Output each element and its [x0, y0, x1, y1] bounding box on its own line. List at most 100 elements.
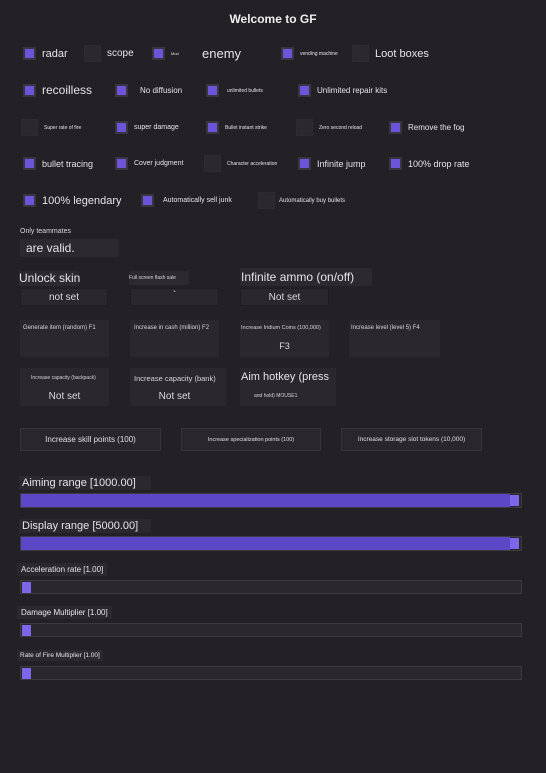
damage-multiplier-thumb[interactable]: [22, 625, 31, 636]
unlock-skin-label: Unlock skin: [19, 271, 81, 285]
rate-of-fire-thumb[interactable]: [22, 668, 31, 679]
checkbox-bullet-tracing-label: bullet tracing: [42, 158, 94, 169]
capacity-backpack-hotkey: Not set: [48, 391, 81, 402]
checkbox-character-acceleration-label: Character acceleration: [227, 160, 278, 167]
teammates-toggle[interactable]: are valid.: [20, 239, 119, 257]
increase-skill-points-button[interactable]: Increase skill points (100): [20, 428, 161, 451]
checkbox-vending-machine[interactable]: vending machine: [281, 47, 338, 60]
checkbox-unlimited-repair-kits-label: Unlimited repair kits: [317, 86, 388, 95]
display-range-fill: [21, 537, 510, 550]
checkbox-sell-junk-box[interactable]: [141, 194, 154, 207]
checkbox-zero-second-reload-label: Zero second reload: [319, 124, 363, 131]
checkbox-super-damage-box[interactable]: [115, 121, 128, 134]
aim-hotkey-label: Aim hotkey (press: [241, 371, 330, 383]
checkbox-recoilless-box[interactable]: [23, 83, 36, 97]
infinite-ammo-label: Infinite ammo (on/off): [241, 270, 355, 284]
checkbox-vending-machine-label: vending machine: [300, 50, 338, 57]
fullscreen-flash-hotkey[interactable]: `: [130, 288, 219, 306]
checkbox-drop-rate-label: 100% drop rate: [408, 158, 470, 169]
checkbox-super-rate-of-fire-label: Super rate of fire: [44, 124, 82, 131]
checkbox-drop-rate[interactable]: 100% drop rate: [389, 157, 470, 170]
checkbox-super-rate-of-fire[interactable]: Super rate of fire: [21, 119, 81, 136]
checkbox-loot-boxes-label: Loot boxes: [375, 47, 429, 60]
generate-item-panel[interactable]: Generate item (random) F1: [20, 320, 109, 357]
checkbox-legendary[interactable]: 100% legendary: [23, 194, 122, 207]
checkbox-no-diffusion-label: No diffusion: [140, 86, 183, 95]
checkbox-no-diffusion-box[interactable]: [115, 84, 128, 97]
checkbox-unlimited-repair-kits-box[interactable]: [298, 84, 311, 97]
checkbox-mod[interactable]: Mod: [152, 47, 179, 60]
checkbox-scope-label: scope: [107, 48, 134, 59]
checkbox-remove-fog-label: Remove the fog: [408, 123, 465, 132]
acceleration-rate-thumb[interactable]: [22, 582, 31, 593]
checkbox-mod-box[interactable]: [152, 47, 165, 60]
checkbox-unlimited-repair-kits[interactable]: Unlimited repair kits: [298, 84, 387, 97]
checkbox-zero-second-reload-box[interactable]: [296, 119, 313, 136]
increase-iridium-hotkey: F3: [279, 341, 290, 351]
checkbox-scope-box[interactable]: [84, 45, 101, 62]
checkbox-scope[interactable]: scope: [84, 45, 134, 62]
fullscreen-flash-label: Full screen flash sale: [129, 275, 176, 281]
checkbox-vending-machine-box[interactable]: [281, 47, 294, 60]
checkbox-unlimited-bullets-label: unlimited bullets: [227, 87, 263, 94]
increase-specialization-button[interactable]: Increase specialization points (100): [181, 428, 321, 451]
checkbox-remove-fog[interactable]: Remove the fog: [389, 121, 464, 134]
checkbox-bullet-tracing[interactable]: bullet tracing: [23, 157, 93, 170]
checkbox-sell-junk[interactable]: Automatically sell junk: [141, 194, 232, 207]
checkbox-loot-boxes-box[interactable]: [352, 45, 369, 62]
checkbox-radar-label: radar: [42, 47, 68, 60]
aiming-range-slider[interactable]: [20, 493, 522, 508]
increase-cash-panel[interactable]: Increase in cash (million) F2: [130, 320, 219, 357]
checkbox-radar[interactable]: radar: [23, 47, 68, 60]
checkbox-cover-judgment-box[interactable]: [115, 157, 128, 170]
checkbox-remove-fog-box[interactable]: [389, 121, 402, 134]
capacity-bank-panel[interactable]: Increase capacity (bank) Not set: [130, 368, 226, 406]
increase-storage-slot-button[interactable]: Increase storage slot tokens (10,000): [341, 428, 482, 451]
checkbox-unlimited-bullets[interactable]: unlimited bullets: [206, 84, 263, 97]
display-range-thumb[interactable]: [510, 538, 519, 549]
checkbox-buy-bullets-box[interactable]: [258, 192, 275, 209]
increase-iridium-panel[interactable]: Increase Iridium Coins (100,000) F3: [240, 320, 329, 357]
damage-multiplier-slider[interactable]: [20, 623, 522, 637]
checkbox-buy-bullets[interactable]: Automatically buy bullets: [258, 192, 345, 209]
aiming-range-thumb[interactable]: [510, 495, 519, 506]
checkbox-radar-box[interactable]: [23, 47, 36, 60]
checkbox-bullet-tracing-box[interactable]: [23, 157, 36, 170]
damage-multiplier-label: Damage Multiplier [1.00]: [17, 606, 112, 619]
acceleration-rate-slider[interactable]: [20, 580, 522, 594]
unlock-skin-hotkey[interactable]: not set: [20, 288, 108, 306]
infinite-ammo-hotkey[interactable]: Not set: [240, 288, 329, 306]
rate-of-fire-slider[interactable]: [20, 666, 522, 680]
checkbox-bullet-instant-strike[interactable]: Bullet instant strike: [206, 121, 267, 134]
checkbox-zero-second-reload[interactable]: Zero second reload: [296, 119, 362, 136]
checkbox-recoilless[interactable]: recoilless: [23, 83, 92, 97]
checkbox-super-damage-label: super damage: [134, 124, 179, 131]
checkbox-sell-junk-label: Automatically sell junk: [163, 197, 232, 204]
aim-hotkey-panel[interactable]: Aim hotkey (press and hold) MOUSE1: [240, 368, 336, 406]
aiming-range-label: Aiming range [1000.00]: [19, 476, 151, 490]
checkbox-infinite-jump-box[interactable]: [298, 157, 311, 170]
display-range-label: Display range [5000.00]: [19, 519, 151, 533]
checkbox-no-diffusion[interactable]: No diffusion: [115, 84, 182, 97]
checkbox-super-rate-of-fire-box[interactable]: [21, 119, 38, 136]
capacity-bank-hotkey: Not set: [158, 391, 191, 402]
checkbox-infinite-jump[interactable]: Infinite jump: [298, 157, 366, 170]
increase-level-panel[interactable]: Increase level (level 5) F4: [349, 320, 440, 357]
checkbox-unlimited-bullets-box[interactable]: [206, 84, 219, 97]
rate-of-fire-label: Rate of Fire Multiplier [1.00]: [17, 650, 103, 661]
checkbox-bullet-instant-strike-box[interactable]: [206, 121, 219, 134]
checkbox-character-acceleration[interactable]: Character acceleration: [204, 155, 277, 172]
checkbox-loot-boxes[interactable]: Loot boxes: [352, 45, 429, 62]
aim-hotkey-value: and hold) MOUSE1: [254, 393, 298, 399]
checkbox-legendary-box[interactable]: [23, 194, 36, 207]
display-range-slider[interactable]: [20, 536, 522, 551]
acceleration-rate-label: Acceleration rate [1.00]: [17, 563, 108, 576]
checkbox-legendary-label: 100% legendary: [42, 194, 122, 207]
checkbox-cover-judgment[interactable]: Cover judgment: [115, 157, 183, 170]
checkbox-super-damage[interactable]: super damage: [115, 121, 179, 134]
capacity-backpack-panel[interactable]: Increase capacity (backpack) Not set: [20, 368, 109, 406]
checkbox-drop-rate-box[interactable]: [389, 157, 402, 170]
increase-level-label: Increase level (level 5) F4: [351, 325, 420, 331]
checkbox-character-acceleration-box[interactable]: [204, 155, 221, 172]
checkbox-infinite-jump-label: Infinite jump: [317, 158, 366, 169]
